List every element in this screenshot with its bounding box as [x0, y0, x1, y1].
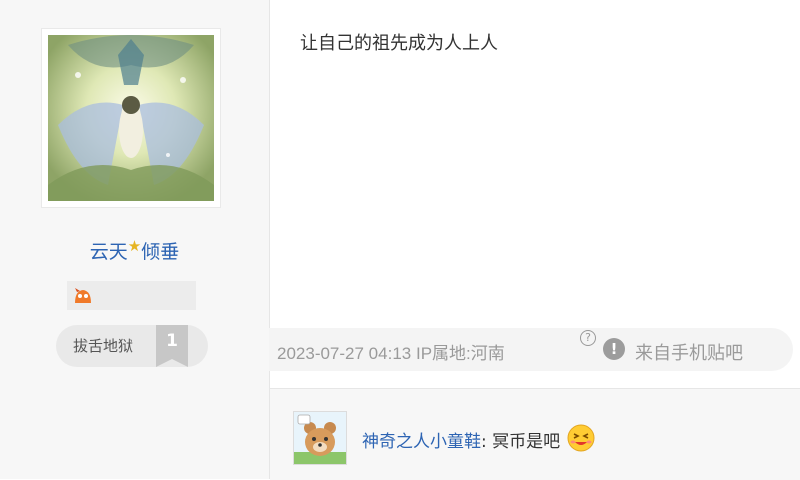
badge-bar [67, 281, 196, 310]
post-source[interactable]: 来自手机贴吧 [635, 339, 743, 365]
post-datetime: 2023-07-27 04:13 IP属地:河南 [277, 339, 505, 364]
level-number: 1 [166, 331, 178, 351]
avatar-image [48, 35, 214, 201]
emoji-icon [567, 424, 595, 452]
badge-icon[interactable] [73, 287, 93, 305]
level-name: 拔舌地狱 [73, 337, 134, 355]
post-content: 让自己的祖先成为人上人 [300, 33, 498, 54]
warning-icon[interactable]: ! [603, 338, 625, 360]
comment-username[interactable]: 神奇之人小童鞋 [362, 432, 481, 452]
help-icon[interactable]: ? [580, 330, 596, 346]
username-part2: 倾垂 [141, 241, 180, 263]
user-sidebar: 云天★倾垂 拔舌地狱 1 [0, 0, 270, 479]
comment-avatar[interactable] [293, 411, 347, 465]
level-badge[interactable]: 拔舌地狱 1 [56, 325, 208, 367]
comment-line: 神奇之人小童鞋: 冥币是吧 [362, 423, 596, 453]
post-date: 2023-07-27 04:13 [277, 344, 412, 363]
comment-avatar-bear [294, 412, 346, 464]
user-avatar[interactable] [41, 28, 221, 208]
comment-section: 神奇之人小童鞋: 冥币是吧 [270, 388, 800, 480]
ip-location: IP属地:河南 [415, 344, 505, 363]
post-meta-bar: 2023-07-27 04:13 IP属地:河南 ? ! 来自手机贴吧 [269, 328, 793, 371]
username-part1: 云天 [89, 241, 128, 263]
crown-star-icon: ★ [127, 237, 142, 255]
comment-separator: : [481, 432, 493, 452]
comment-text: 冥币是吧 [492, 432, 561, 452]
username-link[interactable]: 云天★倾垂 [0, 237, 269, 264]
